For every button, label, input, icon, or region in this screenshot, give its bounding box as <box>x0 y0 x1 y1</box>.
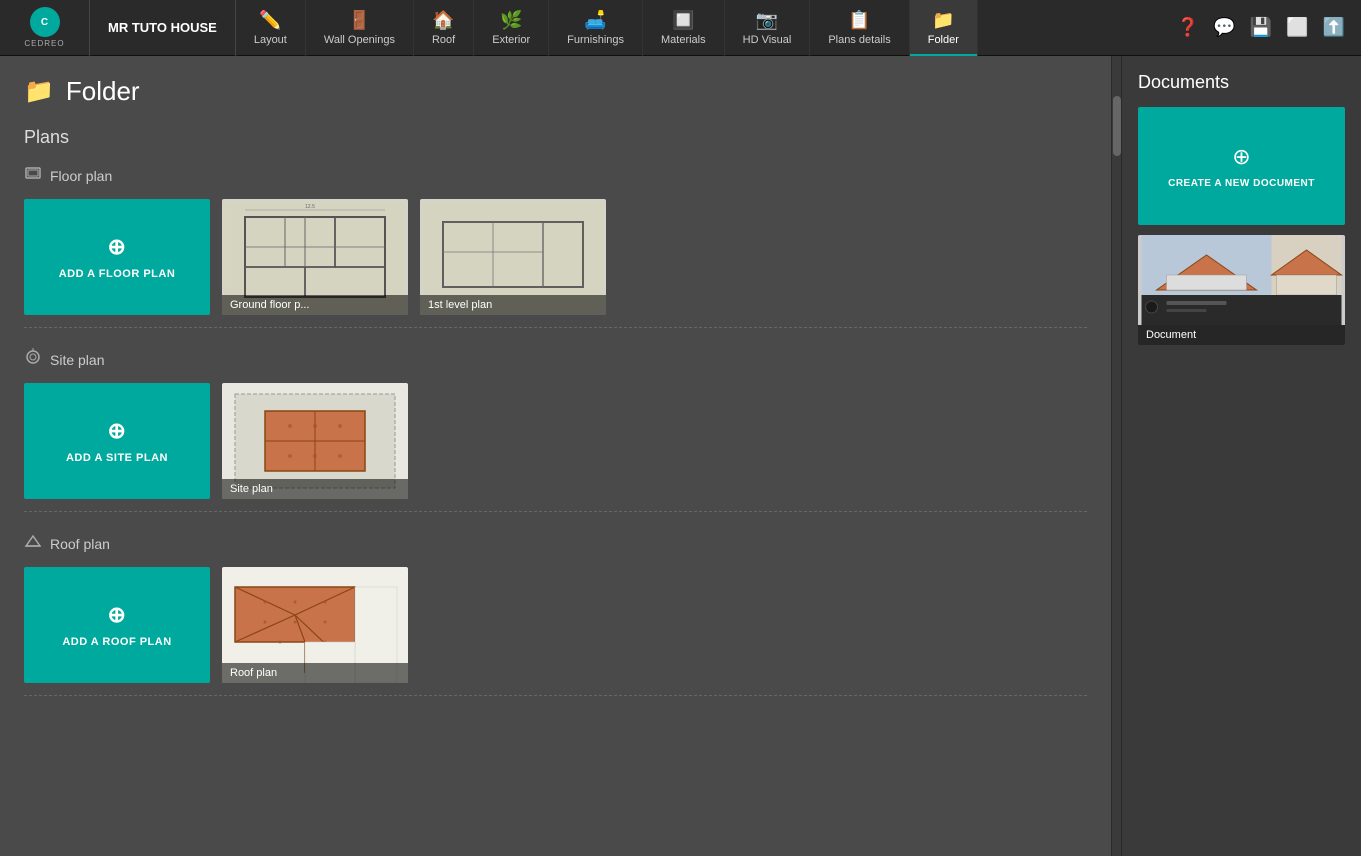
nav-item-roof[interactable]: 🏠 Roof <box>414 0 474 56</box>
content-area: 📁 Folder Plans Floor plan ⊕ ADD A FLOOR <box>0 56 1111 856</box>
document-label: Document <box>1138 325 1345 345</box>
add-roof-plan-label: ADD A ROOF PLAN <box>62 636 171 648</box>
document-thumbnail <box>1138 235 1345 325</box>
folder-icon: 📁 <box>932 10 954 31</box>
nav-label-wall-openings: Wall Openings <box>324 34 395 46</box>
nav-right-icons: ❓ 💬 💾 ⬜ ⬆️ <box>1161 17 1361 38</box>
layout-icon: ✏️ <box>259 10 281 31</box>
top-navigation: C CEDREO MR TUTO HOUSE ✏️ Layout 🚪 Wall … <box>0 0 1361 56</box>
nav-items: ✏️ Layout 🚪 Wall Openings 🏠 Roof 🌿 Exter… <box>236 0 1161 56</box>
site-plan-header: Site plan <box>24 348 1087 371</box>
materials-icon: 🔲 <box>672 10 694 31</box>
logo-label: CEDREO <box>24 39 64 48</box>
wall-openings-icon: 🚪 <box>348 10 370 31</box>
logo-icon: C <box>30 7 60 37</box>
svg-text:12.5: 12.5 <box>305 204 315 210</box>
documents-panel: Documents ⊕ CREATE A NEW DOCUMENT <box>1121 56 1361 856</box>
nav-label-hd-visual: HD Visual <box>743 34 792 46</box>
ground-floor-label: Ground floor p... <box>222 295 408 315</box>
floor-plan-title: Floor plan <box>50 168 112 184</box>
create-document-label: CREATE A NEW DOCUMENT <box>1168 178 1315 189</box>
floor-plan-section-icon <box>24 164 42 187</box>
site-plan-section: Site plan ⊕ ADD A SITE PLAN <box>24 348 1087 499</box>
nav-item-folder[interactable]: 📁 Folder <box>910 0 978 56</box>
add-roof-plan-button[interactable]: ⊕ ADD A ROOF PLAN <box>24 567 210 683</box>
site-plan-label: Site plan <box>222 479 408 499</box>
exterior-icon: 🌿 <box>500 10 522 31</box>
site-plan-items: ⊕ ADD A SITE PLAN <box>24 383 1087 499</box>
add-floor-plan-label: ADD A FLOOR PLAN <box>59 268 176 280</box>
roof-plan-title: Roof plan <box>50 536 110 552</box>
nav-item-plans-details[interactable]: 📋 Plans details <box>810 0 909 56</box>
nav-item-layout[interactable]: ✏️ Layout <box>236 0 306 56</box>
nav-label-furnishings: Furnishings <box>567 34 624 46</box>
nav-item-materials[interactable]: 🔲 Materials <box>643 0 725 56</box>
add-site-plan-label: ADD A SITE PLAN <box>66 452 168 464</box>
exit-icon[interactable]: ⬆️ <box>1323 17 1345 38</box>
site-plan-title: Site plan <box>50 352 104 368</box>
site-plan-section-icon <box>24 348 42 371</box>
roof-plan-label: Roof plan <box>222 663 408 683</box>
page-header-icon: 📁 <box>24 77 54 106</box>
project-name: MR TUTO HOUSE <box>90 0 236 56</box>
first-level-label: 1st level plan <box>420 295 606 315</box>
plus-icon-site: ⊕ <box>108 418 127 444</box>
documents-title: Documents <box>1138 72 1345 93</box>
plans-details-icon: 📋 <box>848 10 870 31</box>
roof-plan-section-icon <box>24 532 42 555</box>
plus-icon-roof: ⊕ <box>108 602 127 628</box>
nav-label-layout: Layout <box>254 34 287 46</box>
roof-plan-header: Roof plan <box>24 532 1087 555</box>
plans-label: Plans <box>24 127 1087 148</box>
nav-item-exterior[interactable]: 🌿 Exterior <box>474 0 549 56</box>
nav-label-roof: Roof <box>432 34 455 46</box>
existing-document-card[interactable]: Document <box>1138 235 1345 345</box>
roof-icon: 🏠 <box>432 10 454 31</box>
nav-label-materials: Materials <box>661 34 706 46</box>
save-icon[interactable]: 💾 <box>1250 17 1272 38</box>
floor-plan-items: ⊕ ADD A FLOOR PLAN <box>24 199 1087 315</box>
hd-visual-icon: 📷 <box>756 10 778 31</box>
furnishings-icon: 🛋️ <box>584 10 606 31</box>
chat-icon[interactable]: 💬 <box>1213 17 1235 38</box>
plus-icon: ⊕ <box>108 234 127 260</box>
site-roof-divider <box>24 511 1087 512</box>
site-plan-card[interactable]: Site plan <box>222 383 408 499</box>
create-document-button[interactable]: ⊕ CREATE A NEW DOCUMENT <box>1138 107 1345 225</box>
nav-label-folder: Folder <box>928 34 959 46</box>
ground-floor-card[interactable]: 12.5 Ground floor p... <box>222 199 408 315</box>
add-floor-plan-button[interactable]: ⊕ ADD A FLOOR PLAN <box>24 199 210 315</box>
roof-plan-card[interactable]: Roof plan <box>222 567 408 683</box>
floor-site-divider <box>24 327 1087 328</box>
help-icon[interactable]: ❓ <box>1177 17 1199 38</box>
plus-icon-doc: ⊕ <box>1232 144 1250 170</box>
nav-label-exterior: Exterior <box>492 34 530 46</box>
roof-plan-section: Roof plan ⊕ ADD A ROOF PLAN <box>24 532 1087 683</box>
logo-area[interactable]: C CEDREO <box>0 0 90 56</box>
add-site-plan-button[interactable]: ⊕ ADD A SITE PLAN <box>24 383 210 499</box>
roof-bottom-divider <box>24 695 1087 696</box>
page-header: 📁 Folder <box>24 76 1087 107</box>
first-level-card[interactable]: 1st level plan <box>420 199 606 315</box>
nav-item-wall-openings[interactable]: 🚪 Wall Openings <box>306 0 414 56</box>
nav-item-hd-visual[interactable]: 📷 HD Visual <box>725 0 811 56</box>
floor-plan-header: Floor plan <box>24 164 1087 187</box>
scrollbar[interactable] <box>1111 56 1121 856</box>
main-layout: 📁 Folder Plans Floor plan ⊕ ADD A FLOOR <box>0 56 1361 856</box>
fullscreen-icon[interactable]: ⬜ <box>1286 17 1308 38</box>
nav-label-plans-details: Plans details <box>828 34 890 46</box>
nav-item-furnishings[interactable]: 🛋️ Furnishings <box>549 0 643 56</box>
floor-plan-section: Floor plan ⊕ ADD A FLOOR PLAN <box>24 164 1087 315</box>
roof-plan-items: ⊕ ADD A ROOF PLAN <box>24 567 1087 683</box>
page-title: Folder <box>66 76 140 107</box>
